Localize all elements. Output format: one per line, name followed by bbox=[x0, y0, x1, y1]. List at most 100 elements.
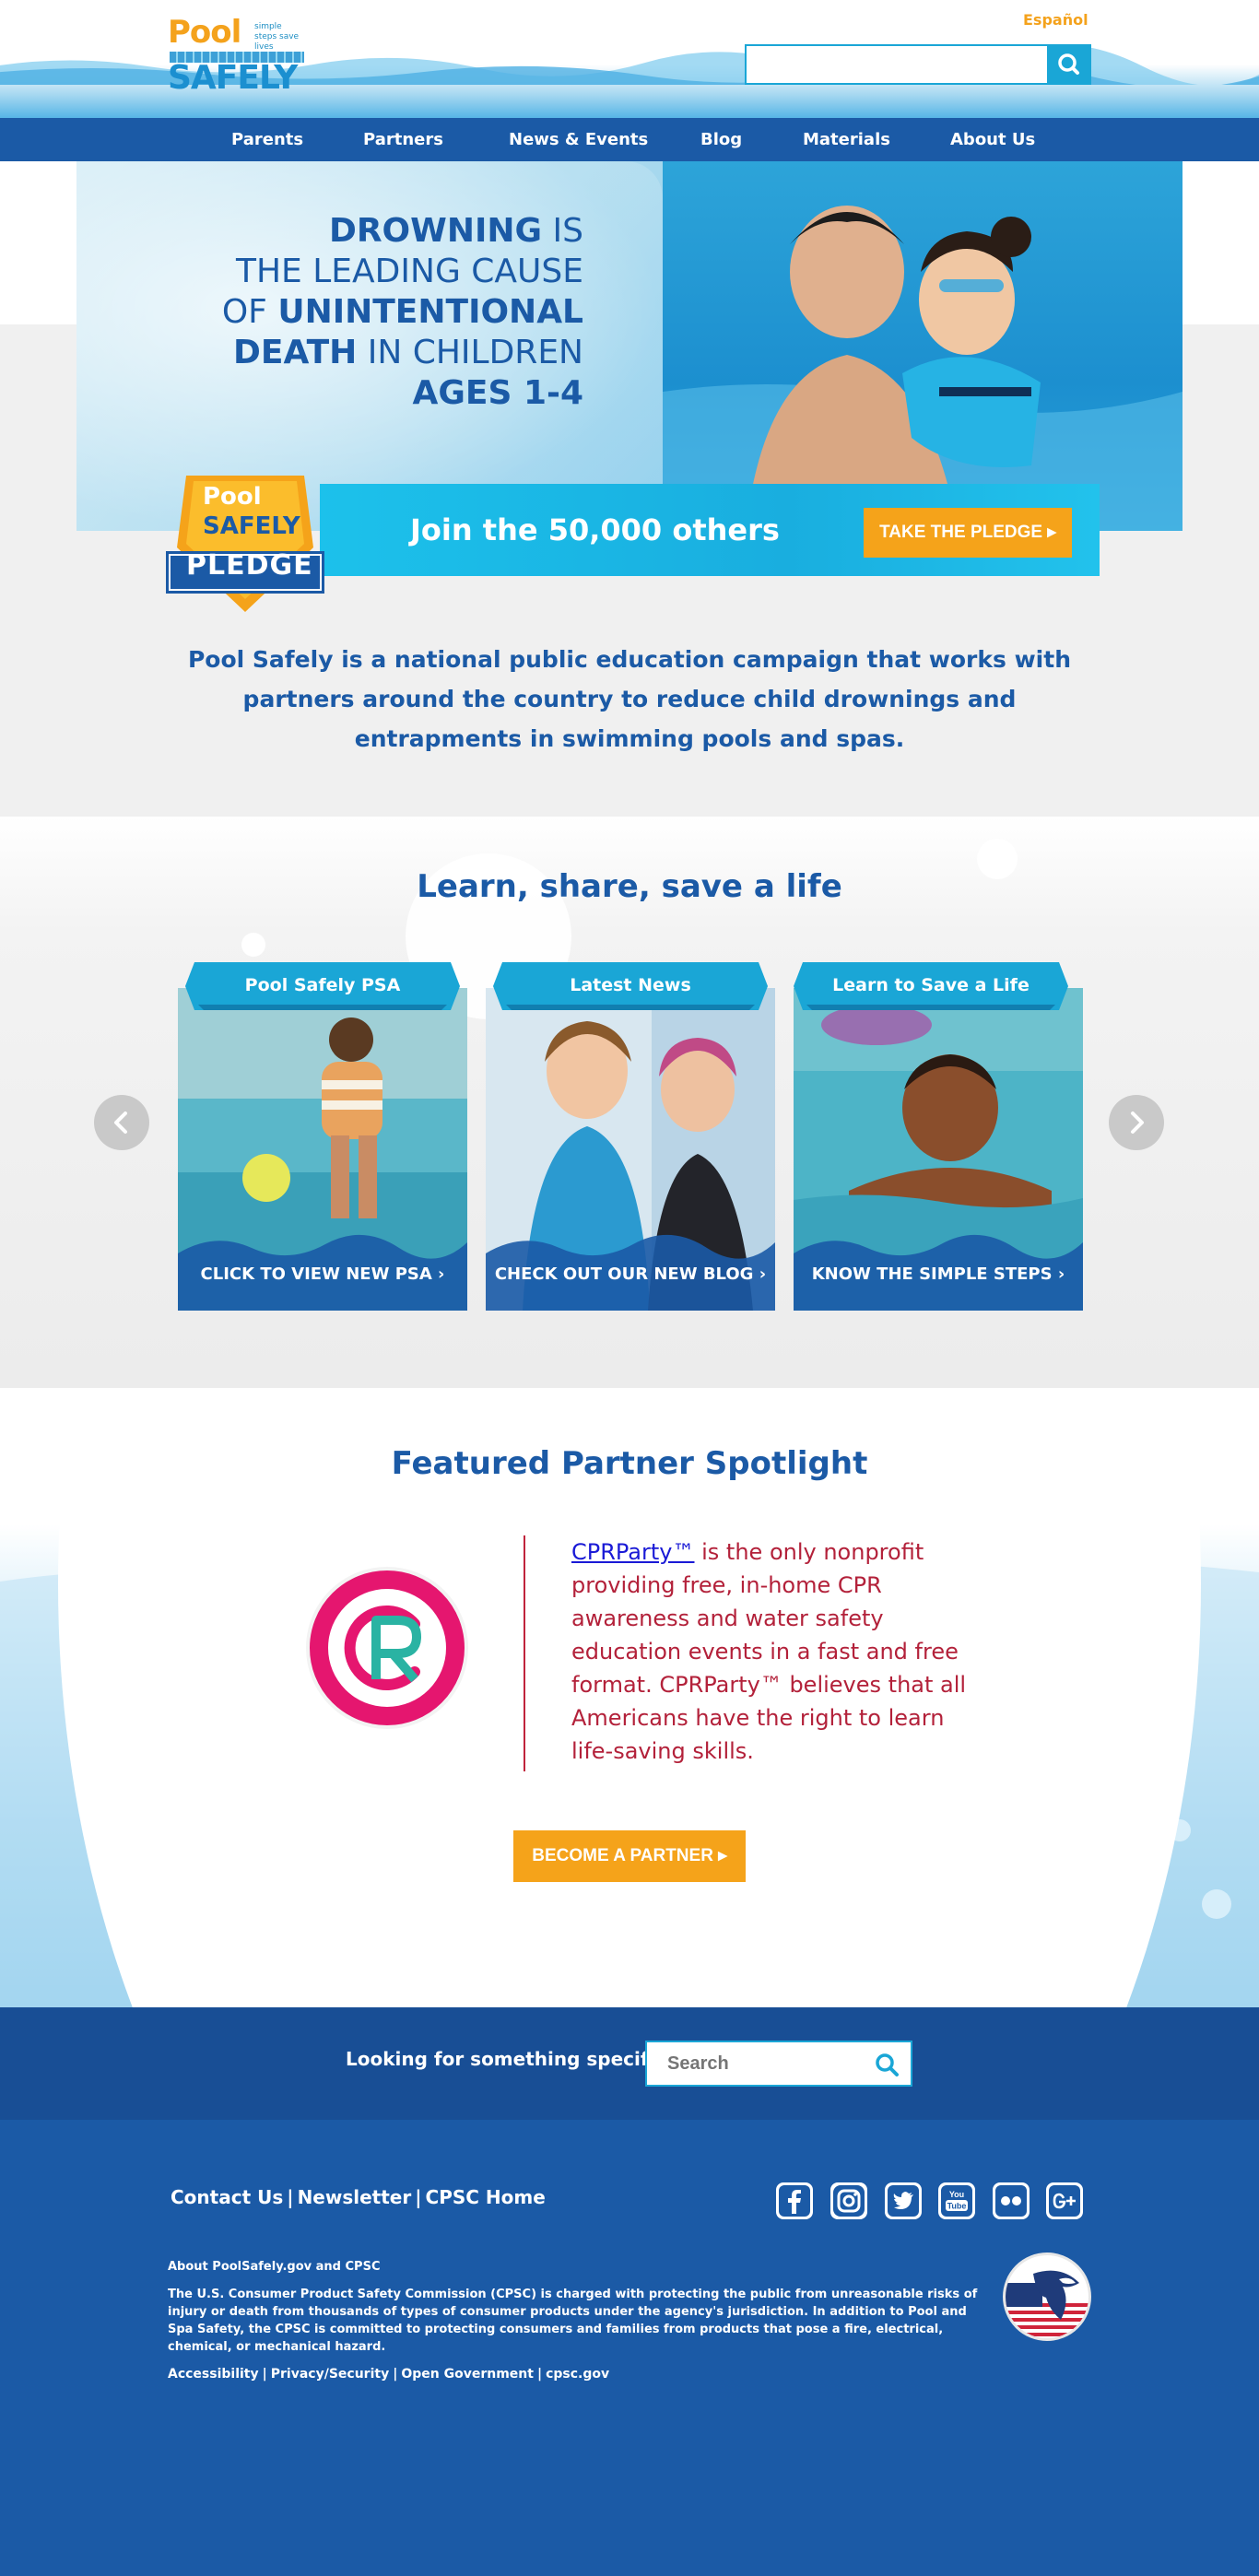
hero-photo-father-daughter-pool bbox=[663, 161, 1183, 531]
header-search bbox=[745, 44, 1091, 85]
nav-item-partners[interactable]: Partners bbox=[363, 118, 443, 161]
search-icon bbox=[876, 2053, 899, 2076]
header-search-button[interactable] bbox=[1047, 44, 1091, 85]
card-learn-to-save-a-life[interactable]: KNOW THE SIMPLE STEPS › bbox=[794, 988, 1083, 1311]
pledge-badge[interactable]: Pool SAFELY PLEDGE bbox=[157, 470, 334, 618]
language-espanol-link[interactable]: Español bbox=[1023, 11, 1088, 29]
instagram-link[interactable] bbox=[830, 2182, 867, 2219]
nav-item-parents[interactable]: Parents bbox=[231, 118, 303, 161]
cpsc-seal-logo[interactable] bbox=[1003, 2253, 1091, 2341]
hero-line2: THE LEADING CAUSE bbox=[236, 253, 583, 290]
chevron-left-icon bbox=[114, 1112, 127, 1134]
footer-separator: | bbox=[287, 2186, 294, 2208]
ribbon-learn-to-save-a-life: Learn to Save a Life bbox=[794, 962, 1068, 1010]
ribbon-label-save-a-life: Learn to Save a Life bbox=[832, 975, 1030, 995]
footer-about-heading: About PoolSafely.gov and CPSC bbox=[168, 2260, 381, 2274]
card-cta-simple-steps[interactable]: KNOW THE SIMPLE STEPS › bbox=[794, 1264, 1083, 1284]
ribbon-latest-news: Latest News bbox=[493, 962, 768, 1010]
ribbon-label-latest-news: Latest News bbox=[570, 975, 691, 995]
hero-line4-bold: DEATH bbox=[233, 334, 358, 371]
header-search-input[interactable] bbox=[747, 46, 1047, 83]
flickr-link[interactable] bbox=[993, 2182, 1030, 2219]
pledge-join-text: Join the 50,000 others bbox=[410, 512, 780, 547]
learn-share-section: Learn, share, save a life CLICK TO VIEW … bbox=[0, 817, 1259, 1388]
footer-link-newsletter[interactable]: Newsletter bbox=[298, 2186, 412, 2208]
badge-safely-text: SAFELY bbox=[203, 512, 300, 540]
facebook-icon bbox=[779, 2185, 810, 2217]
intro-paragraph: Pool Safely is a national public educati… bbox=[187, 646, 1071, 752]
hero-line3-bold: UNINTENTIONAL bbox=[277, 293, 583, 331]
footer-link-accessibility[interactable]: Accessibility bbox=[168, 2367, 259, 2382]
pool-safely-logo[interactable]: Pool simple steps save lives SAFELY bbox=[168, 17, 306, 101]
cprparty-logo[interactable] bbox=[306, 1567, 468, 1729]
nav-item-news-events[interactable]: News & Events bbox=[509, 118, 648, 161]
badge-pledge-text: PLEDGE bbox=[186, 549, 313, 582]
card-cta-blog[interactable]: CHECK OUT OUR NEW BLOG › bbox=[486, 1264, 775, 1284]
logo-pool-text: Pool bbox=[168, 14, 241, 51]
hero-headline: DROWNING IS THE LEADING CAUSE OF UNINTEN… bbox=[196, 211, 583, 414]
site-header: Pool simple steps save lives SAFELY Espa… bbox=[0, 0, 1259, 118]
footer-about-text: The U.S. Consumer Product Safety Commiss… bbox=[168, 2288, 978, 2354]
nav-item-about-us[interactable]: About Us bbox=[950, 118, 1035, 161]
partner-spotlight-section: Featured Partner Spotlight CPRParty™ is … bbox=[0, 1388, 1259, 2007]
hero-line1-rest: IS bbox=[542, 212, 583, 250]
twitter-icon bbox=[888, 2185, 919, 2217]
become-a-partner-button[interactable]: BECOME A PARTNER ▸ bbox=[513, 1830, 746, 1882]
partner-description-text: is the only nonprofit providing free, in… bbox=[571, 1539, 967, 1764]
nav-item-blog[interactable]: Blog bbox=[700, 118, 742, 161]
footer-separator: | bbox=[262, 2367, 267, 2382]
search-strip-input[interactable] bbox=[647, 2042, 859, 2085]
logo-tagline: simple steps save lives bbox=[254, 22, 300, 52]
search-strip-box bbox=[645, 2041, 912, 2087]
facebook-link[interactable] bbox=[776, 2182, 813, 2219]
footer-separator: | bbox=[393, 2367, 398, 2382]
carousel-next-button[interactable] bbox=[1109, 1095, 1164, 1150]
badge-pool-text: Pool bbox=[203, 483, 262, 511]
google-plus-link[interactable] bbox=[1046, 2182, 1083, 2219]
carousel-prev-button[interactable] bbox=[94, 1095, 149, 1150]
google-plus-icon bbox=[1049, 2185, 1080, 2217]
footer-link-privacy-security[interactable]: Privacy/Security bbox=[271, 2367, 389, 2382]
card-pool-safely-psa[interactable]: CLICK TO VIEW NEW PSA › bbox=[178, 988, 467, 1311]
nav-item-materials[interactable]: Materials bbox=[803, 118, 890, 161]
ribbon-pool-safely-psa: Pool Safely PSA bbox=[185, 962, 460, 1010]
search-strip-button[interactable] bbox=[874, 2052, 900, 2077]
ribbon-label-psa: Pool Safely PSA bbox=[244, 975, 401, 995]
partner-description: CPRParty™ is the only nonprofit providin… bbox=[571, 1535, 977, 1768]
footer-link-open-government[interactable]: Open Government bbox=[401, 2367, 534, 2382]
site-footer: Contact Us | Newsletter | CPSC Home You Tube … bbox=[0, 2120, 1259, 2576]
partner-divider bbox=[524, 1535, 525, 1771]
footer-separator: | bbox=[536, 2367, 543, 2382]
card-cta-psa[interactable]: CLICK TO VIEW NEW PSA › bbox=[178, 1264, 467, 1284]
footer-link-contact-us[interactable]: Contact Us bbox=[171, 2186, 283, 2208]
hero-photo-illustration bbox=[663, 206, 1183, 531]
partner-title: Featured Partner Spotlight bbox=[391, 1445, 868, 1482]
cpr-monogram-icon bbox=[344, 1606, 421, 1690]
chevron-right-icon bbox=[1131, 1112, 1144, 1134]
youtube-link[interactable]: You Tube bbox=[938, 2182, 975, 2219]
footer-bottom-links: Accessibility | Privacy/Security | Open Gove… bbox=[168, 2367, 609, 2382]
footer-primary-links: Contact Us | Newsletter | CPSC Home bbox=[171, 2186, 546, 2208]
instagram-icon bbox=[833, 2185, 865, 2217]
cprparty-logo-inner bbox=[328, 1589, 446, 1707]
card-latest-news[interactable]: CHECK OUT OUR NEW BLOG › bbox=[486, 988, 775, 1311]
search-strip: Looking for something specific? bbox=[0, 2007, 1259, 2120]
pledge-bar: Join the 50,000 others TAKE THE PLEDGE ▸ bbox=[320, 484, 1100, 576]
search-icon bbox=[1058, 53, 1079, 75]
footer-link-cpsc-home[interactable]: CPSC Home bbox=[426, 2186, 546, 2208]
decor-bubble bbox=[241, 933, 265, 957]
cprparty-link[interactable]: CPRParty™ bbox=[571, 1539, 695, 1565]
logo-safely-text: SAFELY bbox=[168, 59, 298, 97]
search-strip-label: Looking for something specific? bbox=[346, 2048, 677, 2070]
take-the-pledge-button[interactable]: TAKE THE PLEDGE ▸ bbox=[864, 508, 1072, 558]
youtube-icon: You Tube bbox=[941, 2185, 972, 2217]
hero-line3-pre: OF bbox=[221, 293, 278, 331]
footer-link-cpsc-gov[interactable]: cpsc.gov bbox=[546, 2367, 609, 2382]
svg-text:You: You bbox=[949, 2190, 964, 2199]
footer-separator: | bbox=[415, 2186, 422, 2208]
main-nav: Parents Partners News & Events Blog Mate… bbox=[0, 118, 1259, 161]
hero-line4-rest: IN CHILDREN bbox=[357, 334, 583, 371]
hero-line1-bold: DROWNING bbox=[328, 212, 543, 250]
twitter-link[interactable] bbox=[885, 2182, 922, 2219]
cpsc-eagle-seal-icon bbox=[1006, 2270, 1088, 2338]
